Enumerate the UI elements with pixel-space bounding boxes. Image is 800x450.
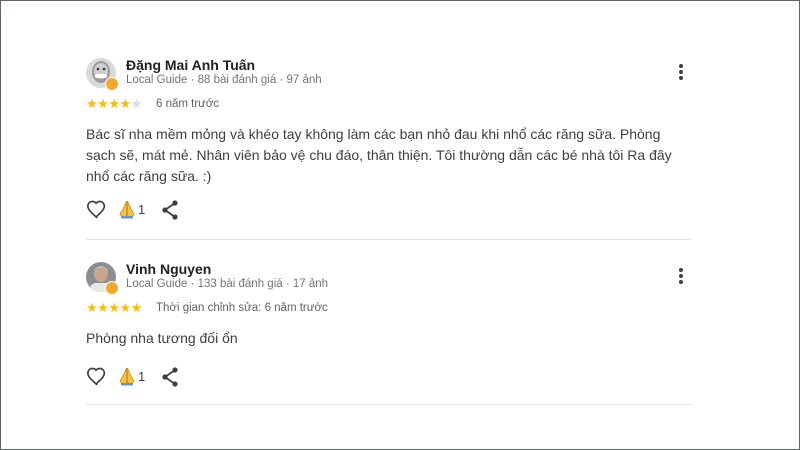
star-icon: ★ (108, 300, 120, 315)
heart-outline-icon (87, 367, 106, 386)
author-meta: Local Guide · 133 bài đánh giá · 17 ảnh (126, 278, 329, 290)
star-icon: ★ (97, 300, 109, 315)
avatar[interactable] (86, 262, 119, 295)
review-divider (86, 239, 691, 240)
star-icon: ★ (97, 96, 109, 111)
reaction-count: 1 (138, 369, 146, 384)
react-button[interactable] (118, 366, 136, 391)
author-meta: Local Guide · 88 bài đánh giá · 97 ảnh (126, 74, 322, 86)
share-icon (162, 200, 178, 220)
star-empty-icon: ★ (130, 96, 143, 111)
like-button[interactable] (86, 199, 108, 226)
praying-hands-icon (119, 200, 135, 219)
more-vert-icon[interactable] (677, 64, 685, 84)
review-time: Thời gian chỉnh sửa: 6 năm trước (156, 302, 328, 314)
star-icon: ★ (119, 96, 131, 111)
like-button[interactable] (86, 366, 108, 393)
star-icon: ★ (86, 96, 98, 111)
praying-hands-icon (119, 367, 135, 386)
star-rating: ★★★★★ (86, 300, 142, 316)
reaction-count: 1 (138, 202, 146, 217)
share-button[interactable] (160, 366, 180, 393)
local-guide-badge-icon (105, 281, 119, 295)
star-icon: ★ (130, 300, 143, 315)
review-divider (86, 404, 691, 405)
star-icon: ★ (86, 300, 98, 315)
avatar[interactable] (86, 58, 119, 91)
more-vert-icon[interactable] (677, 268, 685, 288)
author-name[interactable]: Đặng Mai Anh Tuấn (126, 57, 255, 73)
review-card: Vinh Nguyen Local Guide · 133 bài đánh g… (86, 260, 691, 404)
share-button[interactable] (160, 199, 180, 226)
star-icon: ★ (108, 96, 120, 111)
review-text: Phòng nha tương đối ổn (86, 330, 238, 346)
review-text: Bác sĩ nha mềm mỏng và khéo tay không là… (86, 126, 672, 184)
review-card: Đặng Mai Anh Tuấn Local Guide · 88 bài đ… (86, 56, 691, 240)
author-name[interactable]: Vinh Nguyen (126, 261, 211, 277)
local-guide-badge-icon (105, 77, 119, 91)
star-icon: ★ (119, 300, 131, 315)
review-time: 6 năm trước (156, 98, 220, 110)
heart-outline-icon (87, 200, 106, 219)
star-rating: ★★★★★ (86, 96, 142, 112)
share-icon (162, 367, 178, 387)
react-button[interactable] (118, 199, 136, 224)
